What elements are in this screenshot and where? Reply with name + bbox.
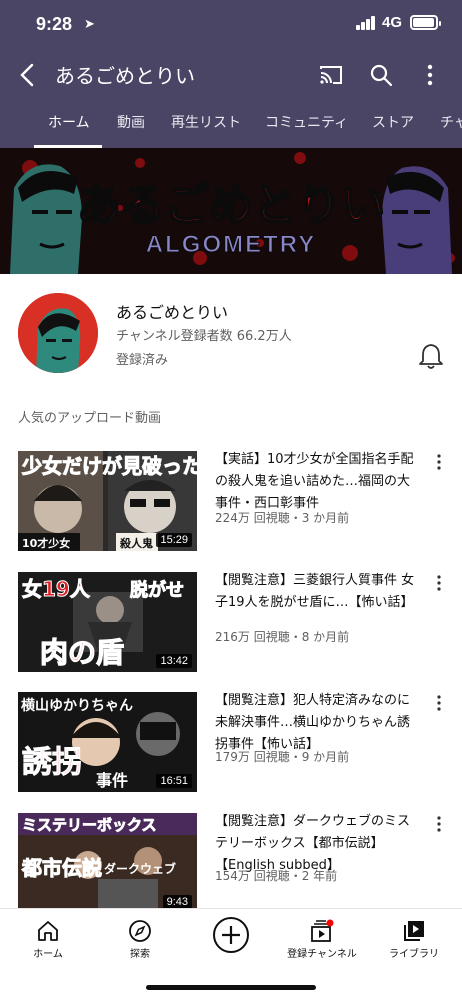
cast-icon[interactable] [318, 62, 344, 88]
thumb-label: 肉の盾 [40, 636, 124, 669]
channel-tabs: ホーム 動画 再生リスト コミュニティ ストア チャ [0, 102, 462, 148]
home-indicator [146, 985, 316, 990]
nav-explore[interactable]: 探索 [94, 909, 186, 979]
video-meta: 179万 回視聴・9 か月前 [215, 750, 350, 764]
home-icon [38, 921, 58, 941]
video-item[interactable]: 少女だけが見破った 10才少女 殺人鬼 15:29 【実話】10才少女が全国指名… [0, 451, 462, 559]
nav-subscriptions[interactable]: 登録チャンネル [276, 909, 368, 979]
app-bar: あるごめとりい [0, 48, 462, 102]
video-title[interactable]: 【閲覧注意】犯人特定済みなのに未解決事件…横山ゆかりちゃん誘拐事件【怖い話】 [215, 690, 415, 756]
video-duration: 15:29 [156, 533, 192, 547]
video-meta: 224万 回視聴・3 か月前 [215, 511, 350, 525]
back-arrow-icon[interactable] [14, 60, 44, 90]
tab-videos[interactable]: 動画 [117, 112, 145, 132]
subscription-status[interactable]: 登録済み [116, 349, 168, 368]
thumb-headline: 横山ゆかりちゃん [21, 697, 133, 714]
video-title[interactable]: 【閲覧注意】三菱銀行人質事件 女子19人を脱がせ盾に…【怖い話】 [215, 570, 415, 614]
thumb-headline: 少女だけが見破った [21, 454, 197, 478]
thumb-label-2: 事件 [96, 771, 128, 790]
status-bar: 9:28 ➤ 4G [0, 0, 462, 48]
nav-home-label: ホーム [33, 949, 63, 960]
video-title[interactable]: 【実話】10才少女が全国指名手配の殺人鬼を追い詰めた…福岡の大事件・西口彰事件 [215, 449, 415, 515]
tab-home[interactable]: ホーム [48, 112, 90, 132]
tab-channels[interactable]: チャ [440, 112, 462, 132]
video-item[interactable]: ミステリーボックス 都市伝説 ダークウェブ 9:43 【閲覧注意】ダークウェブの… [0, 813, 462, 921]
nav-home[interactable]: ホーム [2, 909, 94, 979]
video-meta: 154万 回視聴・2 年前 [215, 869, 338, 883]
subscriptions-icon [311, 919, 334, 942]
more-options-icon[interactable] [420, 62, 440, 88]
video-item[interactable]: 横山ゆかりちゃん 誘拐 事件 16:51 【閲覧注意】犯人特定済みなのに未解決事… [0, 692, 462, 800]
video-duration: 16:51 [156, 774, 192, 788]
banner-subtitle: ALGOMETRY [146, 231, 316, 258]
thumb-headline: ミステリーボックス [22, 816, 157, 834]
channel-name: あるごめとりい [116, 303, 229, 322]
video-more-icon[interactable] [432, 815, 446, 833]
video-more-icon[interactable] [432, 694, 446, 712]
network-type: 4G [382, 14, 403, 31]
video-thumbnail[interactable]: 女19人 脱がせ 肉の盾 13:42 [18, 572, 197, 672]
video-thumbnail[interactable]: 少女だけが見破った 10才少女 殺人鬼 15:29 [18, 451, 197, 551]
video-duration: 13:42 [156, 654, 192, 668]
search-icon[interactable] [368, 62, 394, 88]
video-duration: 9:43 [162, 895, 192, 909]
battery-icon [410, 15, 441, 30]
banner-art: あるごめとりい ALGOMETRY [0, 148, 462, 274]
video-more-icon[interactable] [432, 574, 446, 592]
channel-banner: あるごめとりい ALGOMETRY [0, 148, 462, 274]
channel-header: 9:28 ➤ 4G あるごめとりい ホーム 動画 再生リスト コミュニティ スト… [0, 0, 462, 148]
nav-subscriptions-label: 登録チャンネル [287, 949, 357, 960]
nav-create[interactable] [185, 909, 277, 979]
nav-library[interactable]: ライブラリ [368, 909, 460, 979]
signal-icon [356, 16, 378, 30]
nav-library-label: ライブラリ [389, 949, 439, 960]
explore-icon [129, 920, 151, 942]
nav-explore-label: 探索 [130, 949, 150, 960]
video-thumbnail[interactable]: ミステリーボックス 都市伝説 ダークウェブ 9:43 [18, 813, 197, 913]
video-meta: 216万 回視聴・8 か月前 [215, 630, 350, 644]
video-item[interactable]: 女19人 脱がせ 肉の盾 13:42 【閲覧注意】三菱銀行人質事件 女子19人を… [0, 572, 462, 680]
video-thumbnail[interactable]: 横山ゆかりちゃん 誘拐 事件 16:51 [18, 692, 197, 792]
channel-info: あるごめとりい チャンネル登録者数 66.2万人 登録済み [0, 274, 462, 384]
thumb-label-2: ダークウェブ [104, 861, 176, 876]
thumb-label: 誘拐 [22, 745, 82, 780]
channel-avatar[interactable] [18, 293, 98, 373]
video-more-icon[interactable] [432, 453, 446, 471]
tab-playlists[interactable]: 再生リスト [171, 112, 241, 132]
page-title: あるごめとりい [55, 64, 195, 88]
library-icon [404, 921, 424, 941]
tab-community[interactable]: コミュニティ [265, 112, 348, 132]
bell-icon[interactable] [418, 342, 444, 370]
thumb-headline: 女19人 [22, 577, 91, 601]
create-icon [213, 917, 249, 953]
banner-title: あるごめとりい [77, 180, 385, 231]
status-time: 9:28 [36, 14, 73, 34]
tab-store[interactable]: ストア [372, 112, 414, 132]
thumb-headline-2: 脱がせ [130, 579, 184, 601]
section-title: 人気のアップロード動画 [18, 411, 162, 426]
thumb-label-right: 殺人鬼 [119, 536, 153, 550]
thumb-label-left: 10才少女 [22, 536, 70, 550]
thumb-label: 都市伝説 [21, 856, 102, 880]
location-arrow-icon: ➤ [84, 17, 95, 32]
subscriber-count: チャンネル登録者数 66.2万人 [116, 329, 292, 344]
